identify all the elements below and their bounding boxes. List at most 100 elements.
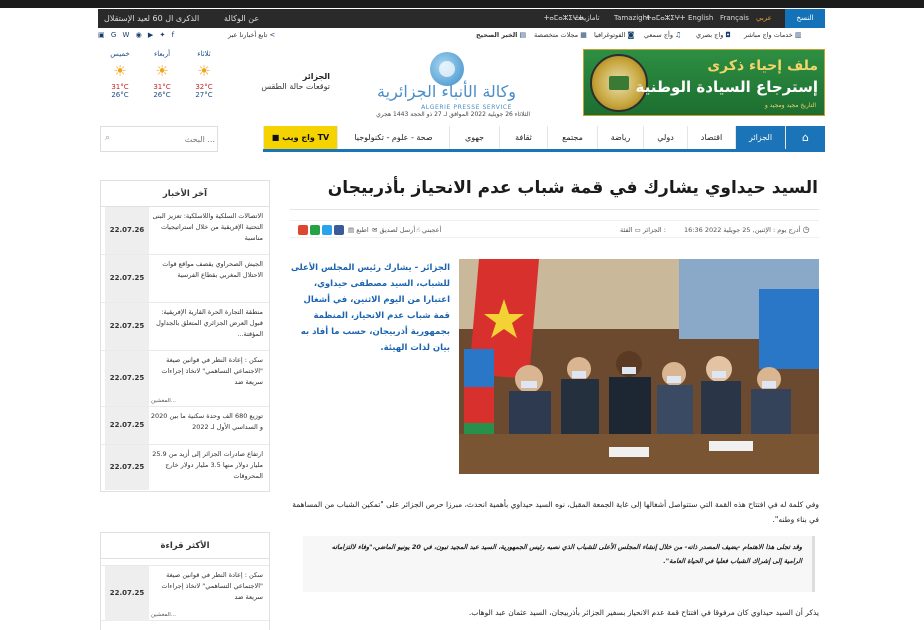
secondary-links-row: ▣ G W ◉ ▶ ✦ f تابع أخبارنا عبر < الخبر ا… [98, 29, 825, 41]
article-paragraph-1: وفي كلمة له في افتتاح هذه القمة التي ستت… [292, 500, 819, 524]
top-stripe [0, 0, 924, 8]
facebook-share-icon[interactable] [334, 225, 344, 235]
search-input[interactable] [115, 130, 215, 148]
print-link[interactable]: ▤ اطبع [348, 221, 369, 239]
mail-icon: ✉ [372, 226, 378, 234]
article-paragraph-2: يذكر أن السيد حيداوي كان مرفوقا في افتتا… [468, 608, 819, 617]
news-more[interactable]: المغشين... [151, 398, 176, 404]
news-headline[interactable]: منطقة التجارة الحرة القارية الإفريقية: ق… [147, 307, 263, 340]
list-item[interactable]: 22.07.25 سكن : إعادة النظر في قوانين صيغ… [101, 565, 269, 621]
list-item[interactable]: 22.07.25 توزيع 680 الف وحدة سكنية ما بين… [101, 407, 269, 445]
nav-regional[interactable]: جهوي [449, 126, 499, 149]
weather-day-name: أربعاء [153, 50, 171, 58]
magazine-icon: ▦ [580, 31, 587, 39]
nav-sports[interactable]: رياضة [597, 126, 643, 149]
nav-algeria[interactable]: الجزائر [735, 126, 785, 149]
list-item[interactable]: 22.07.26 الاتصالات السلكية واللاسلكية: ت… [101, 207, 269, 255]
rss-icon[interactable]: ◉ [136, 29, 142, 41]
apps-icon[interactable]: ▣ [98, 29, 105, 41]
search-icon[interactable]: ⌕ [105, 133, 110, 143]
send-label: أرسل لصديق [379, 226, 416, 234]
aps-emblem-icon [430, 52, 464, 86]
specialized-magazines-link[interactable]: مجلات متخصصة ▦ [534, 29, 587, 41]
latest-news-panel: آخر الأخبار 22.07.26 الاتصالات السلكية و… [100, 180, 270, 492]
headphones-icon: ♫ [675, 31, 682, 39]
weather-city: الجزائر [302, 72, 330, 81]
home-icon[interactable]: ⌂ [785, 126, 825, 149]
photography-text: الفوتوغرافيا [594, 31, 626, 39]
banner-line-2: إسترجاع السيادة الوطنية [635, 78, 818, 96]
follow-us-label: تابع أخبارنا عبر < [228, 29, 275, 41]
most-read-panel: الأكثر قراءة 22.07.25 سكن : إعادة النظر … [100, 532, 270, 630]
magazines-text: مجلات متخصصة [534, 31, 579, 39]
news-date: 22.07.25 [105, 407, 149, 444]
weather-low: 26°C [111, 91, 129, 99]
follow-us-text: تابع أخبارنا عبر [228, 31, 268, 39]
nav-international[interactable]: دولي [643, 126, 687, 149]
news-more[interactable]: المغشين... [151, 612, 176, 618]
banner-line-3: التاريخ مجيد ومجيد و [764, 102, 816, 109]
category-value[interactable]: الجزائر [643, 226, 662, 234]
aps-logo[interactable]: وكالة الأنباء الجزائرية ALGERIE PRESSE S… [340, 50, 530, 122]
true-news-link[interactable]: الخبر الصحيح ▤ [476, 29, 526, 41]
grid-icon: ▥ [794, 31, 802, 39]
nav-health-science-tech[interactable]: صحة - علوم - تكنولوجيا [337, 126, 449, 149]
lang-tamazight-latin[interactable]: Tamazight [614, 9, 650, 28]
audio-link[interactable]: وأج سمعي ♫ [644, 29, 681, 41]
print-label: اطبع [356, 226, 369, 234]
weather-low: 27°C [195, 91, 213, 99]
video-text: واج بصري [696, 31, 724, 39]
news-date: 22.07.25 [105, 566, 149, 621]
title-divider [290, 209, 819, 210]
about-agency-link[interactable]: عن الوكالة [224, 9, 259, 28]
list-item[interactable]: 22.07.25 الجيش الصحراوي يقصف مواقع قوات … [101, 255, 269, 303]
facebook-icon[interactable]: f [172, 29, 174, 41]
news-date: 22.07.25 [105, 351, 149, 406]
lang-amazigh-ar[interactable]: تامازيغت [574, 9, 600, 28]
send-to-friend-link[interactable]: ✉ أرسل لصديق [372, 221, 415, 239]
news-headline[interactable]: الاتصالات السلكية واللاسلكية: تعزيز البن… [147, 211, 263, 244]
youtube-icon[interactable]: ▶ [148, 29, 153, 41]
top-bar: الذكرى ال 60 لعيد الإستقلال عن الوكالة ⵜ… [0, 0, 924, 30]
weather-day: خميس ☀ 31°C 26°C [102, 50, 138, 99]
lang-french[interactable]: Français [720, 9, 749, 28]
list-item[interactable]: 22.07.25 سكن : إعادة النظر في قوانين صيغ… [101, 351, 269, 407]
list-item[interactable]: 22.07.25 ارتفاع صادرات الجزائر إلى أزيد … [101, 445, 269, 491]
whatsapp-share-icon[interactable] [310, 225, 320, 235]
lang-tifinagh-2[interactable]: ⵜⴰⵎⴰⵣⵉⵖⵜ [646, 9, 685, 28]
most-read-title: الأكثر قراءة [101, 533, 269, 559]
print-icon: ▤ [348, 226, 355, 234]
tv-camera-icon: ■ [271, 133, 280, 142]
google-plus-share-icon[interactable] [298, 225, 308, 235]
list-item[interactable]: 22.07.25 منطقة التجارة الحرة القارية الإ… [101, 303, 269, 351]
wikipedia-icon[interactable]: W [122, 29, 129, 41]
folder-icon: ▭ [634, 226, 641, 234]
nav-culture[interactable]: ثقافة [499, 126, 547, 149]
twitter-share-icon[interactable] [322, 225, 332, 235]
category-info: الجزائر ▭ الفئة : [620, 221, 666, 239]
video-link[interactable]: واج بصري ◘ [696, 29, 731, 41]
article-title: السيد حيداوي يشارك في قمة شباب عدم الانح… [327, 178, 818, 198]
news-date: 22.07.25 [105, 255, 149, 302]
weather-low: 26°C [153, 91, 171, 99]
photography-link[interactable]: الفوتوغرافيا ◙ [594, 29, 634, 41]
lang-arabic[interactable]: عربي [756, 9, 772, 28]
nav-economy[interactable]: اقتصاد [687, 126, 735, 149]
news-headline[interactable]: الجيش الصحراوي يقصف مواقع قوات الاحتلال … [147, 259, 263, 281]
sun-icon: ☀ [197, 62, 211, 80]
google-icon[interactable]: G [111, 29, 116, 41]
news-headline[interactable]: توزيع 680 الف وحدة سكنية ما بين 2020 و ا… [147, 411, 263, 433]
news-headline[interactable]: سكن : إعادة النظر في قوانين صيغة "الاجتم… [147, 355, 263, 388]
twitter-icon[interactable]: ✦ [160, 29, 166, 41]
article-photo [459, 259, 819, 474]
independence-anniversary-link[interactable]: الذكرى ال 60 لعيد الإستقلال [104, 9, 199, 28]
news-headline[interactable]: سكن : إعادة النظر في قوانين صيغة "الاجتم… [147, 570, 263, 603]
lang-english[interactable]: English [688, 9, 713, 28]
sovereignty-banner[interactable]: ملف إحياء ذكرى إسترجاع السيادة الوطنية ا… [583, 49, 825, 116]
live-services-link[interactable]: خدمات واج مباشر ▥ [744, 29, 801, 41]
logo-french: ALGERIE PRESSE SERVICE [421, 104, 512, 111]
nav-web-tv[interactable]: ■ واج ويب TV [263, 126, 337, 149]
news-headline[interactable]: ارتفاع صادرات الجزائر إلى أزيد من 25.9 م… [147, 449, 263, 482]
like-link[interactable]: ☝ أعجبني [416, 221, 441, 239]
nav-society[interactable]: مجتمع [547, 126, 597, 149]
